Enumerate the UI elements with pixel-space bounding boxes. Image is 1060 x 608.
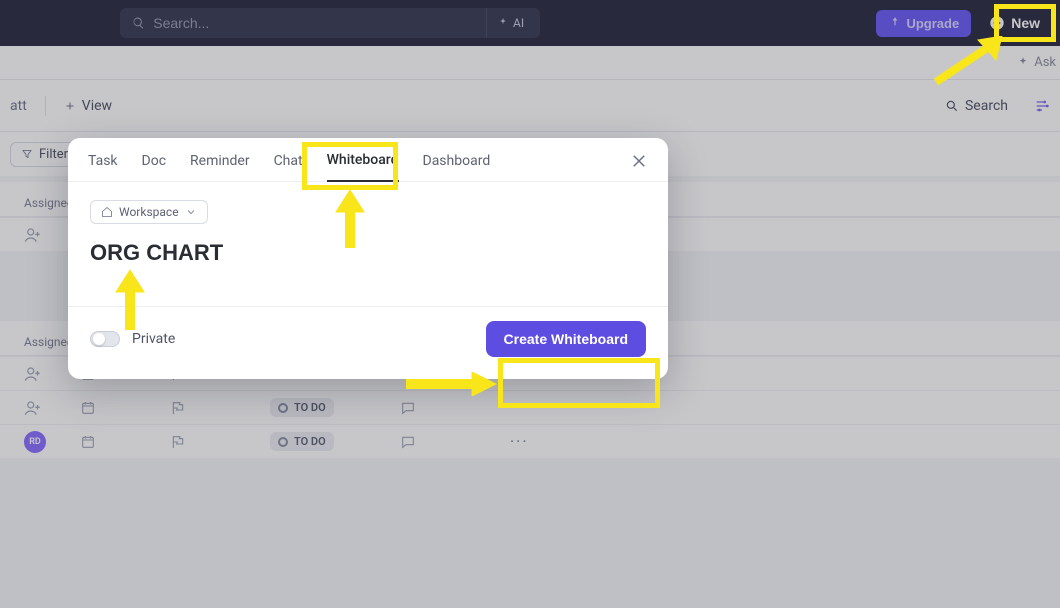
tab-dashboard[interactable]: Dashboard (423, 153, 491, 181)
tab-reminder[interactable]: Reminder (190, 153, 250, 181)
modal-body: Workspace (68, 182, 668, 306)
modal-footer: Private Create Whiteboard (68, 306, 668, 379)
home-icon (101, 206, 113, 218)
tab-task[interactable]: Task (88, 153, 118, 181)
create-whiteboard-button[interactable]: Create Whiteboard (486, 321, 646, 357)
tab-doc[interactable]: Doc (142, 153, 167, 181)
modal-tabs: Task Doc Reminder Chat Whiteboard Dashbo… (68, 138, 668, 182)
private-label: Private (132, 331, 175, 347)
private-toggle[interactable] (90, 331, 120, 347)
whiteboard-title-input[interactable] (90, 240, 646, 266)
tab-whiteboard[interactable]: Whiteboard (327, 152, 399, 182)
close-icon[interactable] (630, 152, 648, 170)
create-modal: Task Doc Reminder Chat Whiteboard Dashbo… (68, 138, 668, 379)
tab-chat[interactable]: Chat (274, 153, 303, 181)
workspace-picker[interactable]: Workspace (90, 200, 208, 224)
workspace-label: Workspace (119, 205, 179, 219)
chevron-down-icon (185, 206, 197, 218)
